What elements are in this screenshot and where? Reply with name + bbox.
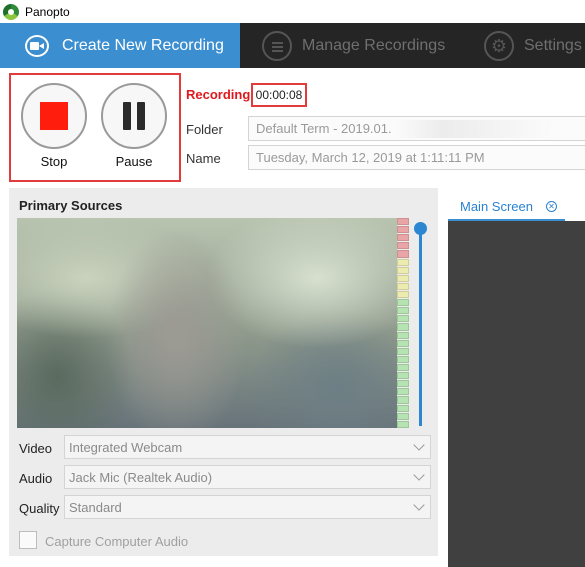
meter-segment <box>397 274 409 282</box>
screen-preview <box>448 221 585 567</box>
tab-label: Main Screen <box>460 198 533 214</box>
meter-segment <box>397 396 409 404</box>
quality-label: Quality <box>19 501 60 516</box>
meter-segment <box>397 347 409 355</box>
meter-segment <box>397 290 409 299</box>
video-source-value: Integrated Webcam <box>69 439 183 455</box>
camera-icon <box>22 31 52 61</box>
folder-value: Default Term - 2019.01. <box>256 121 392 136</box>
gear-icon: ⚙ <box>484 30 514 61</box>
close-icon[interactable]: ✕ <box>545 200 557 212</box>
meter-segment <box>397 226 409 234</box>
name-value: Tuesday, March 12, 2019 at 1:11:11 PM <box>256 150 485 165</box>
meter-segment <box>397 250 409 258</box>
meter-segment <box>397 218 409 226</box>
redacted-area <box>395 120 553 138</box>
screen-tab-bar: Main Screen ✕ <box>448 193 585 221</box>
stop-icon <box>40 102 68 130</box>
recording-status: Recording <box>186 87 251 102</box>
elapsed-time: 00:00:08 <box>255 88 303 102</box>
meter-segment <box>397 355 409 363</box>
meter-segment <box>397 331 409 339</box>
pause-button[interactable] <box>101 83 167 149</box>
audio-label: Audio <box>19 471 53 486</box>
audio-source-select[interactable]: Jack Mic (Realtek Audio) <box>64 465 431 489</box>
app-title: Panopto <box>25 4 70 19</box>
pause-icon <box>123 102 145 130</box>
stop-button[interactable] <box>21 83 87 149</box>
meter-segment <box>397 234 409 242</box>
tab-create-new-recording[interactable]: Create New Recording <box>0 23 240 68</box>
record-controls-highlight: Stop Pause <box>9 73 181 182</box>
quality-value: Standard <box>69 499 122 515</box>
meter-segment <box>397 412 409 420</box>
chevron-down-icon <box>414 471 424 481</box>
volume-slider-track[interactable] <box>419 226 422 426</box>
video-source-select[interactable]: Integrated Webcam <box>64 435 431 459</box>
elapsed-timer: 00:00:08 <box>251 83 307 107</box>
primary-sources-title: Primary Sources <box>19 198 123 213</box>
tab-main-screen[interactable]: Main Screen ✕ <box>448 193 565 221</box>
tab-label: Manage Recordings <box>302 36 446 54</box>
meter-segment <box>397 363 409 372</box>
volume-slider-handle[interactable] <box>414 222 427 235</box>
stop-label: Stop <box>40 154 68 169</box>
title-bar: Panopto <box>0 0 585 23</box>
quality-select[interactable]: Standard <box>64 495 431 519</box>
audio-source-value: Jack Mic (Realtek Audio) <box>69 469 213 485</box>
meter-segment <box>397 315 409 323</box>
chevron-down-icon <box>414 501 424 511</box>
meter-segment <box>397 299 409 307</box>
pause-label: Pause <box>115 154 153 169</box>
meter-segment <box>397 339 409 347</box>
meter-segment <box>397 266 409 274</box>
primary-sources-panel: Primary Sources Video Integrated Webcam … <box>9 188 438 556</box>
tab-manage-recordings[interactable]: Manage Recordings <box>262 23 445 68</box>
panopto-logo-icon <box>3 3 19 20</box>
capture-computer-audio-label: Capture Computer Audio <box>45 534 189 549</box>
audio-level-meter <box>397 218 409 428</box>
meter-segment <box>397 258 409 266</box>
webcam-preview <box>17 218 397 428</box>
meter-segment <box>397 420 409 428</box>
meter-segment <box>397 323 409 331</box>
name-field[interactable]: Tuesday, March 12, 2019 at 1:11:11 PM <box>248 145 585 170</box>
video-label: Video <box>19 441 53 456</box>
meter-segment <box>397 372 409 380</box>
main-nav: Create New Recording Manage Recordings ⚙… <box>0 23 585 68</box>
capture-computer-audio-checkbox[interactable] <box>19 531 37 549</box>
list-icon <box>262 30 292 61</box>
meter-segment <box>397 404 409 412</box>
tab-label: Settings <box>524 36 582 54</box>
meter-segment <box>397 388 409 396</box>
meter-segment <box>397 380 409 388</box>
meter-segment <box>397 307 409 315</box>
folder-label: Folder <box>186 122 223 137</box>
tab-settings[interactable]: ⚙ Settings <box>484 23 582 68</box>
tab-label: Create New Recording <box>62 36 224 54</box>
meter-segment <box>397 242 409 250</box>
chevron-down-icon <box>414 441 424 451</box>
name-label: Name <box>186 151 221 166</box>
meter-segment <box>397 282 409 290</box>
